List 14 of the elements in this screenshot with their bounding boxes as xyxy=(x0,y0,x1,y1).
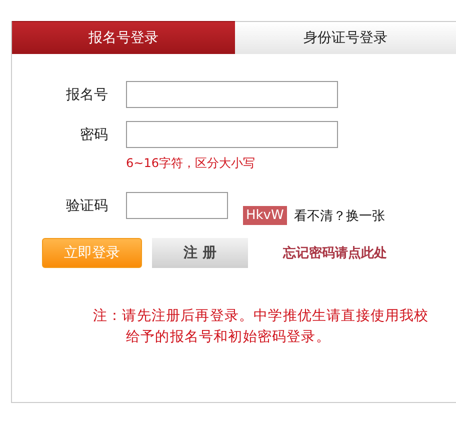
input-field[interactable] xyxy=(126,121,338,148)
input-field[interactable] xyxy=(126,81,338,108)
field-label: 报名号 xyxy=(65,86,108,104)
tab[interactable]: 报名号登录 xyxy=(12,21,235,54)
forgot-password-link[interactable]: 忘记密码请点此处 xyxy=(283,244,387,262)
refresh-link[interactable]: 看不清？换一张 xyxy=(294,206,385,224)
captcha-image[interactable]: HkvW xyxy=(243,206,287,225)
register-button[interactable]: 注 册 xyxy=(152,238,248,268)
hint-text: 6~16字符，区分大小写 xyxy=(126,155,256,172)
field-label: 密码 xyxy=(79,126,108,144)
input-field[interactable] xyxy=(126,192,228,219)
note-text: 注：请先注册后再登录。中学推优生请直接使用我校给予的报名号和初始密码登录。 xyxy=(93,307,429,347)
field-label: 验证码 xyxy=(65,196,108,214)
tab[interactable]: 身份证号登录 xyxy=(235,21,456,54)
